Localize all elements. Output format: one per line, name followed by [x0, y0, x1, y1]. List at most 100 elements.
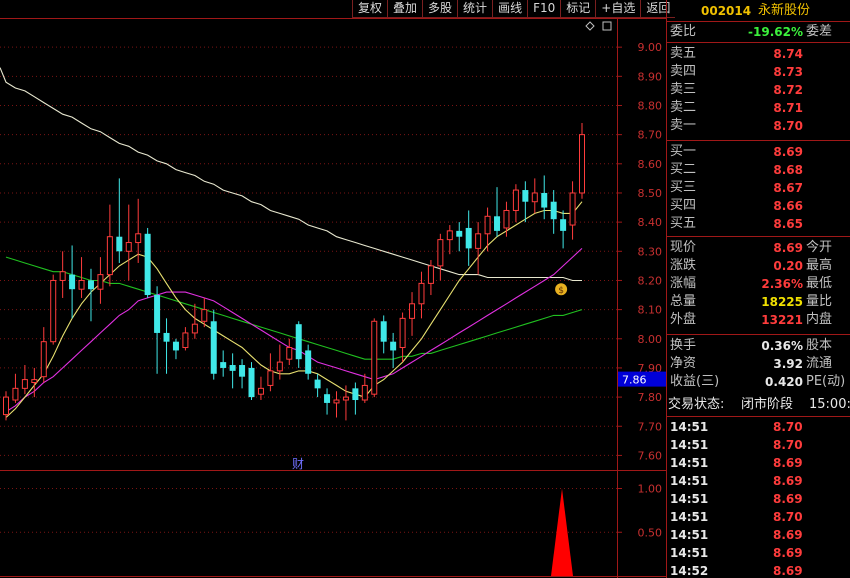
candle[interactable]	[125, 204, 132, 281]
tick-row[interactable]: 14:51 8.70	[667, 436, 850, 454]
candle[interactable]	[257, 376, 264, 401]
candle[interactable]	[446, 225, 453, 255]
candle[interactable]	[154, 286, 161, 374]
candle[interactable]	[295, 321, 302, 368]
tick-row[interactable]: 14:51 8.69	[667, 526, 850, 544]
candle-body-down	[305, 350, 312, 374]
stat-value: 0.420	[765, 375, 803, 389]
candle[interactable]	[361, 373, 368, 403]
candle[interactable]	[286, 338, 293, 366]
candle[interactable]	[494, 187, 501, 237]
candle-body-up	[135, 233, 142, 244]
buy-level-label: 买一	[670, 144, 697, 159]
candle[interactable]	[560, 210, 567, 249]
candle[interactable]	[69, 245, 76, 319]
candle[interactable]	[475, 222, 482, 275]
candle[interactable]	[333, 391, 340, 418]
candle-body-up	[21, 379, 28, 389]
tick-row[interactable]: 14:51 8.69	[667, 454, 850, 472]
candle[interactable]	[106, 204, 113, 287]
kline-chart[interactable]: 9.00 8.90 8.80 8.70 8.60 8.50 8.40 8.30 8.20 8.10…	[0, 0, 666, 578]
candle[interactable]	[248, 362, 255, 401]
candle[interactable]	[456, 222, 463, 252]
candle[interactable]	[314, 373, 321, 398]
candle[interactable]	[191, 303, 198, 339]
stat-label: 涨跌	[670, 258, 697, 273]
candle[interactable]	[550, 190, 557, 234]
candle[interactable]	[144, 227, 151, 298]
candle[interactable]	[182, 327, 189, 351]
candle[interactable]	[371, 318, 378, 398]
candle[interactable]	[305, 344, 312, 380]
candle[interactable]	[569, 181, 576, 240]
sell-level-2[interactable]: 卖四 8.73	[667, 63, 850, 81]
candle[interactable]	[352, 382, 359, 415]
candle[interactable]	[399, 312, 406, 363]
candle[interactable]	[390, 332, 397, 368]
candle[interactable]	[50, 274, 57, 345]
stat-label-2: 内盘	[806, 312, 833, 327]
candle[interactable]	[21, 365, 28, 395]
current-price-label: 7.86	[622, 374, 647, 387]
window-icon[interactable]	[602, 21, 612, 31]
y-tick-label: 8.20	[638, 274, 663, 287]
candle[interactable]	[522, 181, 529, 223]
candle[interactable]	[418, 271, 425, 319]
stat-label-2: 股本	[806, 338, 833, 353]
candle[interactable]	[59, 251, 66, 298]
tick-row[interactable]: 14:51 8.69	[667, 490, 850, 508]
stat-value: 8.69	[773, 241, 803, 255]
candle[interactable]	[172, 338, 179, 360]
candle[interactable]	[276, 344, 283, 380]
candle[interactable]	[512, 184, 519, 223]
y-tick-label: 7.70	[638, 420, 663, 433]
stat-label-2: 最低	[806, 276, 833, 291]
sell-level-5[interactable]: 卖一 8.70	[667, 117, 850, 135]
candle[interactable]	[12, 373, 19, 403]
tick-time: 14:51	[670, 438, 709, 452]
tick-row[interactable]: 14:51 8.70	[667, 418, 850, 436]
finance-event-marker[interactable]: 财	[292, 457, 304, 471]
volume-indicator-spike	[551, 488, 573, 576]
candle[interactable]	[210, 309, 217, 380]
candle[interactable]	[324, 388, 331, 415]
ma-magenta-line	[5, 247, 583, 413]
candle[interactable]	[531, 178, 538, 214]
candle[interactable]	[579, 122, 585, 199]
tick-row[interactable]: 14:51 8.69	[667, 472, 850, 490]
buy-level-4[interactable]: 买四 8.66	[667, 197, 850, 215]
candle-body-down	[522, 190, 529, 202]
sell-level-1[interactable]: 卖五 8.74	[667, 45, 850, 63]
candle[interactable]	[116, 178, 123, 263]
buy-level-1[interactable]: 买一 8.69	[667, 143, 850, 161]
sell-level-3[interactable]: 卖三 8.72	[667, 81, 850, 99]
sell-level-price: 8.72	[773, 83, 803, 97]
candle[interactable]	[541, 175, 548, 220]
candle[interactable]	[267, 353, 274, 392]
weibi-row: 委比 -19.62% 委差	[667, 23, 850, 41]
candle[interactable]	[220, 350, 227, 377]
tick-row[interactable]: 14:51 8.69	[667, 544, 850, 562]
candle[interactable]	[135, 198, 142, 263]
candle[interactable]	[409, 292, 416, 336]
candle[interactable]	[40, 327, 47, 383]
buy-level-5[interactable]: 买五 8.65	[667, 215, 850, 233]
candle[interactable]	[484, 207, 491, 252]
candle[interactable]	[465, 210, 472, 266]
tick-price: 8.69	[773, 492, 803, 506]
candle[interactable]	[229, 353, 236, 389]
candle-body-up	[125, 242, 132, 252]
buy-level-2[interactable]: 买二 8.68	[667, 161, 850, 179]
candle[interactable]	[163, 318, 170, 374]
stats1-row-0: 现价 8.69 今开	[667, 239, 850, 257]
tick-price: 8.70	[773, 420, 803, 434]
tick-row[interactable]: 14:51 8.70	[667, 508, 850, 526]
candle[interactable]	[97, 257, 104, 304]
buy-level-3[interactable]: 买三 8.67	[667, 179, 850, 197]
candle[interactable]	[239, 359, 246, 389]
sell-level-4[interactable]: 卖二 8.71	[667, 99, 850, 117]
candle[interactable]	[380, 315, 387, 354]
candle[interactable]	[437, 233, 444, 281]
diamond-icon[interactable]	[585, 21, 595, 31]
tick-row[interactable]: 14:52 8.69	[667, 562, 850, 578]
